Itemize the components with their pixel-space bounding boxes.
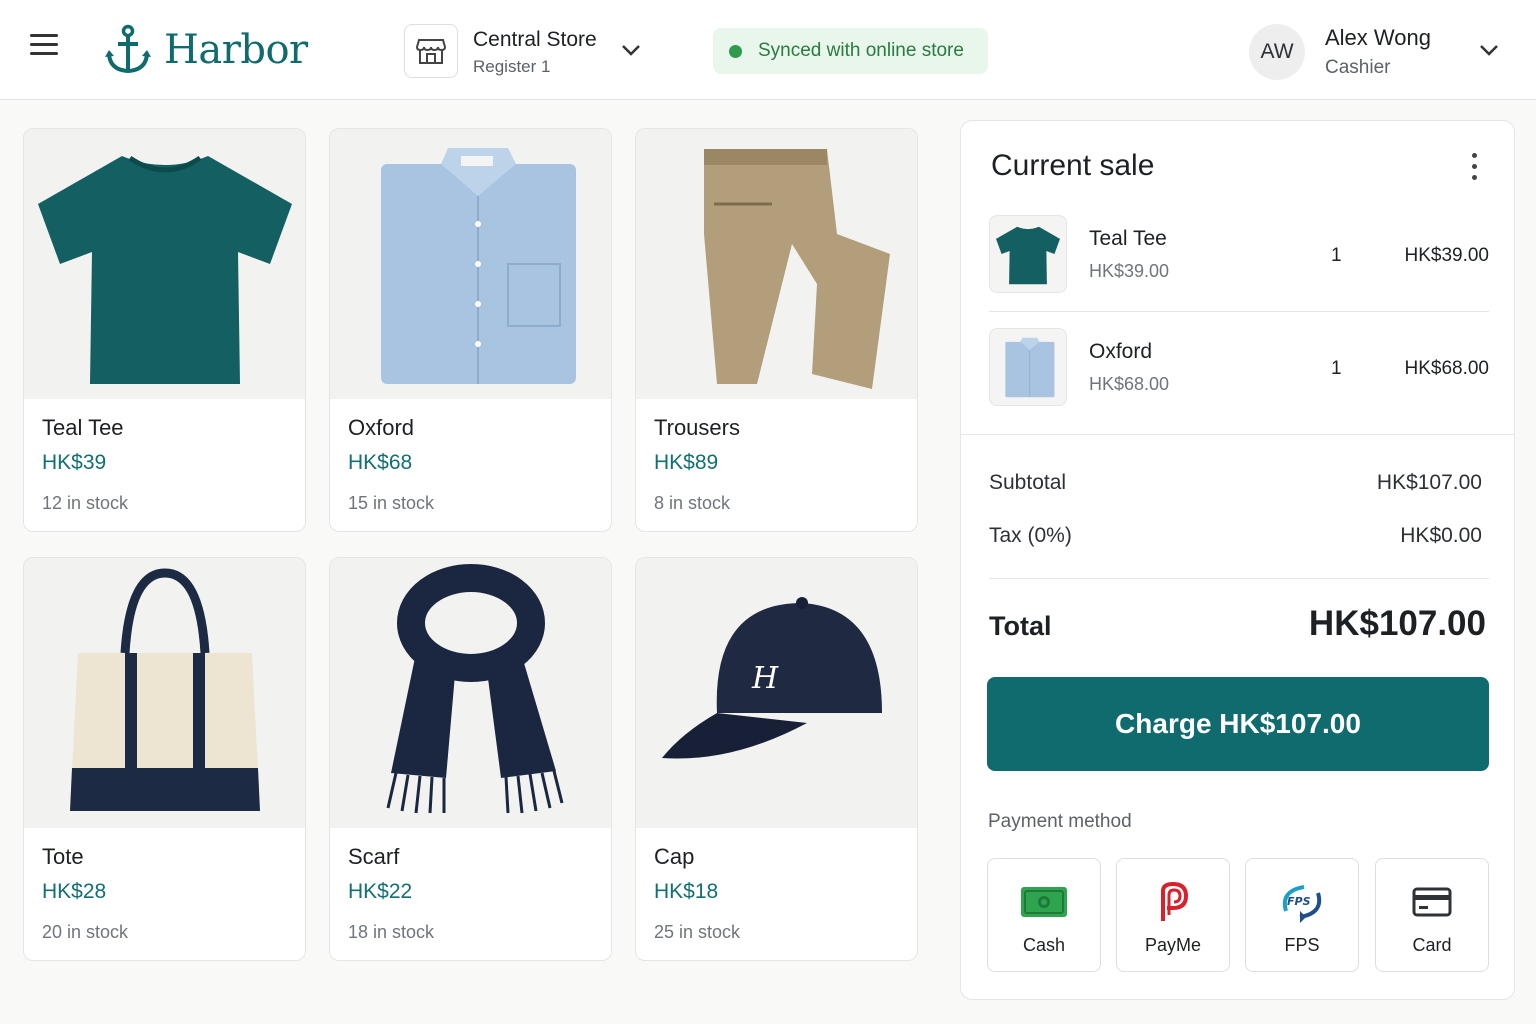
subtotal-value: HK$107.00: [1376, 471, 1482, 494]
divider: [961, 434, 1514, 435]
card-icon: [1412, 887, 1452, 917]
tshirt-icon: [996, 226, 1060, 285]
product-price: HK$28: [42, 880, 107, 903]
line-item-unit-price: HK$68.00: [1089, 374, 1170, 394]
line-item-name: Oxford: [1089, 340, 1153, 363]
sync-status-dot: [729, 44, 742, 58]
product-price: HK$68: [348, 451, 413, 474]
product-stock: 15 in stock: [348, 493, 435, 513]
product-price: HK$39: [42, 451, 107, 474]
payment-label: Card: [1412, 935, 1452, 955]
trousers-icon: [703, 149, 890, 389]
line-item-quantity[interactable]: 1: [1331, 358, 1342, 380]
user-name: Alex Wong: [1325, 25, 1431, 50]
tax-value: HK$0.00: [1400, 524, 1482, 547]
product-name: Teal Tee: [42, 415, 124, 440]
sync-status-badge: Synced with online store: [713, 28, 988, 74]
scarf-icon: [386, 564, 563, 814]
shirt-icon: [380, 148, 576, 384]
product-card-cap[interactable]: H Cap HK$18 25 in stock: [635, 557, 918, 961]
product-card-trousers[interactable]: Trousers HK$89 8 in stock: [635, 128, 918, 532]
product-price: HK$89: [654, 451, 719, 474]
svg-text:H: H: [751, 661, 779, 696]
payment-label: PayMe: [1144, 935, 1202, 955]
avatar[interactable]: AW: [1249, 24, 1305, 80]
line-item-quantity[interactable]: 1: [1331, 245, 1342, 267]
product-name: Cap: [654, 844, 695, 869]
anchor-icon: [105, 24, 151, 74]
product-card-oxford[interactable]: Oxford HK$68 15 in stock: [329, 128, 612, 532]
user-menu[interactable]: Alex Wong Cashier: [1325, 25, 1431, 79]
total-label: Total: [989, 611, 1052, 641]
line-item-unit-price: HK$39.00: [1089, 261, 1170, 281]
sync-status-text: Synced with online store: [758, 40, 964, 61]
divider: [989, 578, 1489, 579]
product-name: Tote: [42, 844, 84, 869]
store-name: Central Store: [473, 28, 597, 51]
kebab-icon: [1471, 153, 1477, 158]
product-stock: 25 in stock: [654, 922, 741, 942]
tote-bag-icon: [69, 568, 260, 811]
cash-icon: [1021, 887, 1067, 917]
product-name: Scarf: [348, 844, 400, 869]
line-item-total: HK$68.00: [1404, 358, 1489, 379]
menu-button[interactable]: [30, 34, 66, 66]
store-selector[interactable]: Central Store Register 1: [473, 28, 597, 77]
cap-icon: H: [661, 597, 882, 759]
sale-line-item[interactable]: Teal Tee HK$39.00 1 HK$39.00: [989, 215, 1489, 297]
payme-icon: [1161, 881, 1189, 921]
svg-text:FPS: FPS: [1287, 895, 1311, 908]
store-selector-icon-box[interactable]: [404, 24, 458, 78]
top-bar: Harbor Central Store Register 1 Synced w…: [0, 0, 1536, 100]
product-stock: 8 in stock: [654, 493, 731, 513]
payment-cash-button[interactable]: Cash: [987, 858, 1101, 972]
product-stock: 18 in stock: [348, 922, 435, 942]
sale-line-item[interactable]: Oxford HK$68.00 1 HK$68.00: [989, 328, 1489, 410]
payment-payme-button[interactable]: PayMe: [1116, 858, 1230, 972]
tax-label: Tax (0%): [989, 524, 1072, 547]
total-value: HK$107.00: [1308, 604, 1486, 643]
payment-label: FPS: [1284, 935, 1320, 955]
app-logo: Harbor: [104, 24, 308, 76]
charge-button[interactable]: Charge HK$107.00: [987, 677, 1489, 771]
sale-title: Current sale: [991, 149, 1155, 182]
user-chevron-down-icon[interactable]: [1478, 42, 1500, 58]
product-name: Trousers: [654, 415, 740, 440]
register-name: Register 1: [473, 57, 551, 76]
tshirt-icon: [37, 155, 292, 384]
product-card-scarf[interactable]: Scarf HK$22 18 in stock: [329, 557, 612, 961]
fps-icon: FPS: [1282, 885, 1322, 923]
product-price: HK$18: [654, 880, 719, 903]
storefront-icon: [416, 39, 446, 64]
store-chevron-down-icon[interactable]: [620, 42, 642, 58]
payment-method-label: Payment method: [988, 811, 1132, 832]
user-role: Cashier: [1325, 57, 1391, 78]
payment-fps-button[interactable]: FPS FPS: [1245, 858, 1359, 972]
shirt-icon: [1005, 337, 1055, 398]
app-name: Harbor: [164, 27, 308, 73]
product-card-tote[interactable]: Tote HK$28 20 in stock: [23, 557, 306, 961]
product-name: Oxford: [348, 415, 415, 440]
menu-icon: [30, 34, 58, 37]
subtotal-label: Subtotal: [989, 471, 1067, 494]
payment-label: Cash: [1022, 935, 1066, 955]
current-sale-panel: Current sale Teal Tee HK$39.00 1 HK$39.0…: [960, 120, 1515, 1000]
product-card-teal-tee[interactable]: Teal Tee HK$39 12 in stock: [23, 128, 306, 532]
line-item-total: HK$39.00: [1404, 245, 1489, 266]
divider: [989, 311, 1489, 312]
line-item-name: Teal Tee: [1089, 227, 1167, 250]
product-stock: 12 in stock: [42, 493, 129, 513]
product-stock: 20 in stock: [42, 922, 129, 942]
more-options-button[interactable]: [1466, 153, 1482, 183]
product-price: HK$22: [348, 880, 413, 903]
payment-card-button[interactable]: Card: [1375, 858, 1489, 972]
